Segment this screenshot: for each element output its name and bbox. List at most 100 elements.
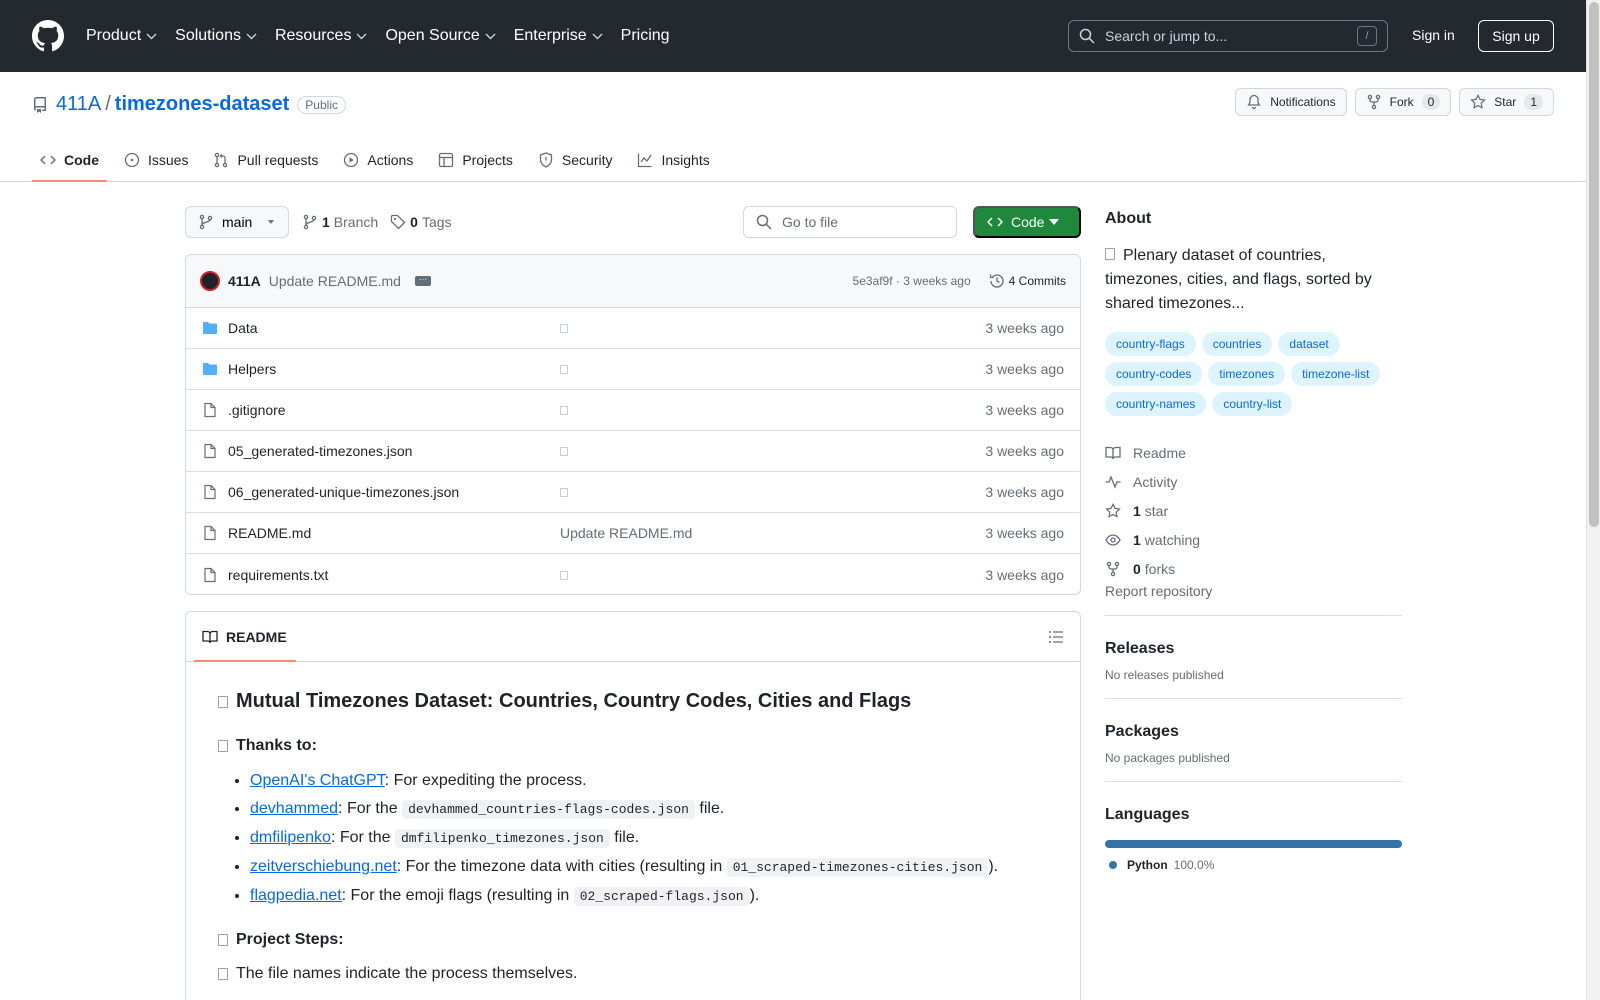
table-row[interactable]: 06_generated-unique-timezones.json 3 wee… — [186, 472, 1080, 513]
topic-tag[interactable]: timezones — [1208, 362, 1286, 386]
packages-heading[interactable]: Packages — [1105, 723, 1402, 741]
credit-text: : For the timezone data with cities (res… — [396, 858, 727, 875]
notifications-button[interactable]: Notifications — [1235, 88, 1347, 116]
readme-tab[interactable]: README — [194, 612, 296, 662]
tab-insights[interactable]: Insights — [629, 138, 717, 182]
releases-heading[interactable]: Releases — [1105, 640, 1402, 658]
file-name-link[interactable]: Helpers — [228, 361, 560, 377]
topic-tag[interactable]: timezone-list — [1291, 362, 1381, 386]
topic-tag[interactable]: dataset — [1278, 332, 1340, 356]
branch-selector[interactable]: main — [185, 206, 290, 238]
code-dropdown-button[interactable]: Code — [973, 206, 1081, 238]
topic-tag[interactable]: country-list — [1212, 392, 1293, 416]
ellipsis-icon[interactable]: ··· — [414, 276, 431, 286]
credit-link[interactable]: zeitverschiebung.net — [250, 858, 397, 875]
tab-projects[interactable]: Projects — [430, 138, 521, 182]
topic-tag[interactable]: country-codes — [1105, 362, 1203, 386]
table-row[interactable]: Helpers 3 weeks ago — [186, 349, 1080, 390]
triangle-down-icon — [1049, 219, 1059, 225]
go-to-file-input[interactable]: Go to file — [743, 206, 957, 238]
nav-product[interactable]: Product — [86, 27, 157, 45]
branch-name: main — [222, 214, 253, 230]
table-row[interactable]: 05_generated-timezones.json 3 weeks ago — [186, 431, 1080, 472]
forks-link[interactable]: 0 forks — [1105, 554, 1402, 583]
commits-link[interactable]: 4 Commits — [989, 273, 1066, 289]
file-name-link[interactable]: 05_generated-timezones.json — [228, 443, 560, 459]
nav-pricing[interactable]: Pricing — [621, 27, 670, 45]
commit-meta: 5e3af9f · 3 weeks ago 4 Commits — [853, 273, 1066, 289]
sign-up-button[interactable]: Sign up — [1478, 20, 1554, 52]
packages-section: Packages No packages published — [1105, 698, 1402, 765]
commit-hash[interactable]: 5e3af9f — [853, 274, 893, 288]
file-name-link[interactable]: 06_generated-unique-timezones.json — [228, 484, 560, 500]
empty-glyph-box — [560, 570, 568, 580]
avatar[interactable] — [200, 271, 220, 291]
file-browser: 411A Update README.md ··· 5e3af9f · 3 we… — [185, 254, 1081, 595]
play-icon — [344, 152, 359, 168]
nav-solutions-label: Solutions — [175, 27, 241, 44]
steps-heading: Project Steps: — [218, 931, 1048, 949]
graph-icon — [638, 153, 653, 168]
tab-actions[interactable]: Actions — [335, 138, 421, 182]
readme-header: README — [186, 612, 1080, 662]
tab-pull-requests[interactable]: Pull requests — [205, 138, 326, 182]
star-button[interactable]: Star 1 — [1459, 88, 1554, 116]
file-date: 3 weeks ago — [985, 402, 1064, 418]
language-item[interactable]: Python 100.0% — [1105, 858, 1402, 872]
table-row[interactable]: .gitignore 3 weeks ago — [186, 390, 1080, 431]
tab-security-label: Security — [561, 152, 613, 168]
thanks-heading-text: Thanks to: — [236, 737, 317, 754]
file-date: 3 weeks ago — [985, 361, 1064, 377]
tags-link[interactable]: 0 Tags — [390, 214, 452, 230]
report-repository-link[interactable]: Report repository — [1105, 583, 1212, 599]
repo-name-link[interactable]: timezones-dataset — [115, 93, 290, 116]
credit-link[interactable]: OpenAI's ChatGPT — [250, 772, 385, 789]
github-logo-icon[interactable] — [32, 20, 64, 52]
scrollbar-thumb[interactable] — [1589, 2, 1599, 527]
nav-solutions[interactable]: Solutions — [175, 27, 257, 45]
file-commit-message[interactable]: Update README.md — [560, 525, 985, 541]
commit-author[interactable]: 411A — [228, 273, 261, 289]
file-commit-message — [560, 361, 985, 377]
nav-resources[interactable]: Resources — [275, 27, 367, 45]
topic-tag[interactable]: countries — [1201, 332, 1273, 356]
commit-message[interactable]: Update README.md — [269, 273, 401, 289]
stars-link[interactable]: 1 star — [1105, 496, 1402, 525]
thanks-heading: Thanks to: — [218, 737, 1048, 755]
repo-icon — [33, 96, 46, 113]
repo-owner-link[interactable]: 411A — [56, 93, 101, 116]
watchers-link[interactable]: 1 watching — [1105, 525, 1402, 554]
table-row[interactable]: Data 3 weeks ago — [186, 308, 1080, 349]
file-name-link[interactable]: README.md — [228, 525, 560, 541]
fork-icon — [1106, 561, 1120, 576]
list-item: zeitverschiebung.net: For the timezone d… — [250, 857, 1048, 878]
table-row[interactable]: README.md Update README.md 3 weeks ago — [186, 513, 1080, 554]
file-name-link[interactable]: requirements.txt — [228, 567, 560, 583]
nav-enterprise[interactable]: Enterprise — [514, 27, 603, 45]
table-row[interactable]: requirements.txt 3 weeks ago — [186, 554, 1080, 594]
activity-link[interactable]: Activity — [1105, 467, 1402, 496]
file-name-link[interactable]: Data — [228, 320, 560, 336]
branches-link[interactable]: 1 Branch — [302, 214, 378, 230]
list-unordered-icon[interactable] — [1048, 629, 1064, 645]
credit-link[interactable]: flagpedia.net — [250, 887, 342, 904]
nav-open-source[interactable]: Open Source — [385, 27, 496, 45]
file-icon — [204, 484, 216, 500]
fork-button[interactable]: Fork 0 — [1354, 88, 1452, 116]
file-name-link[interactable]: .gitignore — [228, 402, 560, 418]
search-icon — [756, 214, 772, 230]
tab-issues[interactable]: Issues — [116, 138, 196, 182]
topic-list: country-flags countries dataset country-… — [1105, 332, 1402, 422]
sign-in-link[interactable]: Sign in — [1412, 27, 1455, 43]
readme-link[interactable]: Readme — [1105, 438, 1402, 467]
topic-tag[interactable]: country-flags — [1105, 332, 1196, 356]
commit-time: 3 weeks ago — [903, 274, 971, 288]
credit-link[interactable]: dmfilipenko — [250, 829, 331, 846]
global-search-input[interactable]: Search or jump to... / — [1068, 20, 1388, 52]
tab-code[interactable]: Code — [32, 138, 107, 182]
topic-tag[interactable]: country-names — [1105, 392, 1207, 416]
chevron-down-icon — [146, 33, 157, 39]
page-scrollbar[interactable] — [1586, 0, 1600, 1000]
credit-link[interactable]: devhammed — [250, 800, 338, 817]
tab-security[interactable]: Security — [530, 138, 621, 182]
